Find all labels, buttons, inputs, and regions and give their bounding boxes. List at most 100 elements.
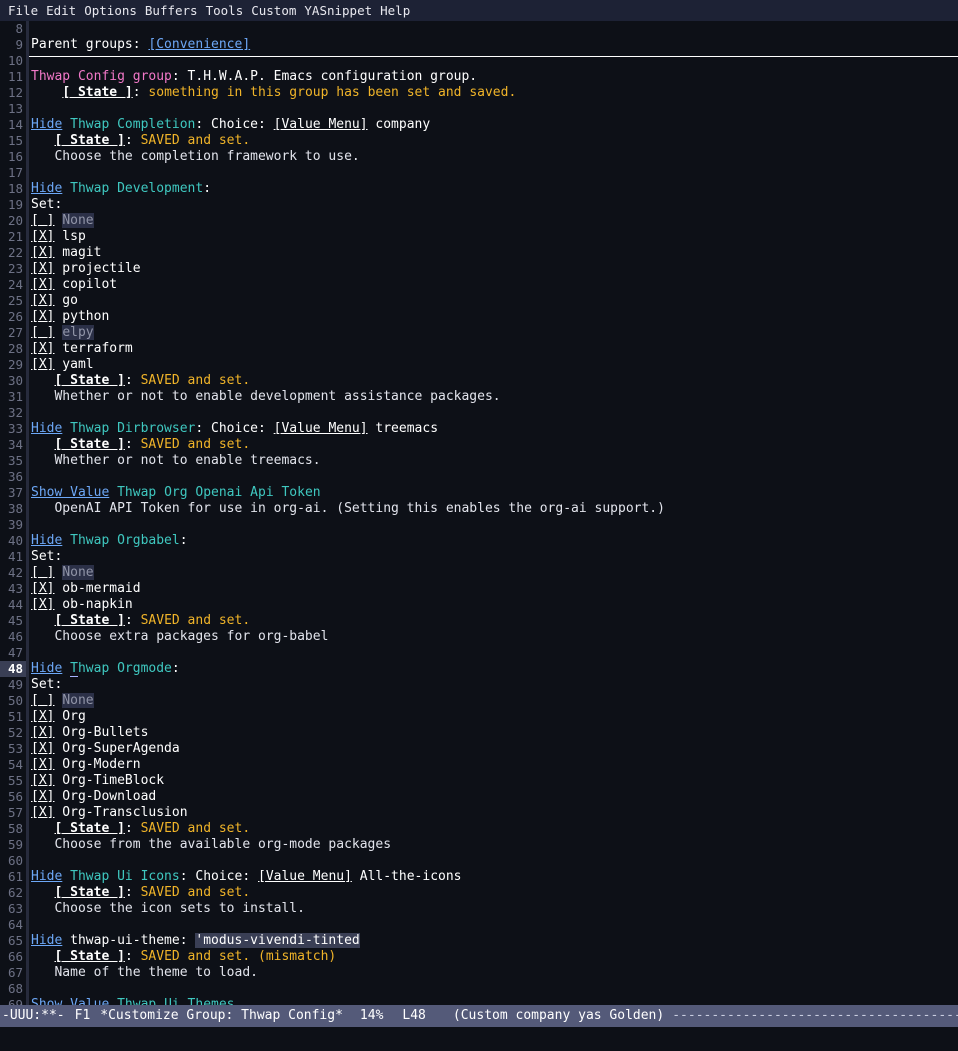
- buffer-line[interactable]: 29 [X] yaml: [0, 357, 958, 373]
- buffer-line[interactable]: 48 Hide Thwap Orgmode:: [0, 661, 958, 677]
- buffer-line[interactable]: 47: [0, 645, 958, 661]
- state-button[interactable]: [ State ]: [54, 613, 124, 628]
- toggle-hide-thwap-completion[interactable]: Hide: [31, 117, 62, 132]
- buffer-line[interactable]: 49 Set:: [0, 677, 958, 693]
- state-button[interactable]: [ State ]: [54, 949, 124, 964]
- buffer-line[interactable]: 69 Show Value Thwap Ui Themes: [0, 997, 958, 1005]
- theme-value-field[interactable]: 'modus-vivendi-tinted: [195, 933, 360, 948]
- buffer-line[interactable]: 46 Choose extra packages for org-babel: [0, 629, 958, 645]
- menu-item-file[interactable]: File: [4, 3, 42, 19]
- buffer-line[interactable]: 62 [ State ]: SAVED and set.: [0, 885, 958, 901]
- buffer-line[interactable]: 68: [0, 981, 958, 997]
- buffer-line[interactable]: 28 [X] terraform: [0, 341, 958, 357]
- buffer-line[interactable]: 43 [X] ob-mermaid: [0, 581, 958, 597]
- menu-item-help[interactable]: Help: [376, 3, 414, 19]
- buffer-line[interactable]: 60: [0, 853, 958, 869]
- buffer-line[interactable]: 58 [ State ]: SAVED and set.: [0, 821, 958, 837]
- buffer-line[interactable]: 44 [X] ob-napkin: [0, 597, 958, 613]
- state-button[interactable]: [ State ]: [54, 437, 124, 452]
- checkbox-none[interactable]: [ ]: [31, 213, 54, 228]
- buffer-line[interactable]: 15 [ State ]: SAVED and set.: [0, 133, 958, 149]
- buffer-line[interactable]: 56 [X] Org-Download: [0, 789, 958, 805]
- buffer-line[interactable]: 13: [0, 101, 958, 117]
- buffer-line[interactable]: 9 Parent groups: [Convenience]: [0, 37, 958, 53]
- buffer-line[interactable]: 18 Hide Thwap Development:: [0, 181, 958, 197]
- buffer-line[interactable]: 51 [X] Org: [0, 709, 958, 725]
- buffer-line[interactable]: 38 OpenAI API Token for use in org-ai. (…: [0, 501, 958, 517]
- buffer-line[interactable]: 45 [ State ]: SAVED and set.: [0, 613, 958, 629]
- checkbox-org-transclusion[interactable]: [X]: [31, 805, 54, 820]
- toggle-hide-thwap-dirbrowser[interactable]: Hide: [31, 421, 62, 436]
- checkbox-org-modern[interactable]: [X]: [31, 757, 54, 772]
- buffer-line[interactable]: 35 Whether or not to enable treemacs.: [0, 453, 958, 469]
- state-button[interactable]: [ State ]: [54, 373, 124, 388]
- checkbox-none[interactable]: [ ]: [31, 693, 54, 708]
- buffer-line[interactable]: 55 [X] Org-TimeBlock: [0, 773, 958, 789]
- checkbox-none[interactable]: [ ]: [31, 565, 54, 580]
- link-convenience[interactable]: [Convenience]: [148, 37, 250, 52]
- checkbox-terraform[interactable]: [X]: [31, 341, 54, 356]
- buffer-line[interactable]: 33 Hide Thwap Dirbrowser: Choice: [Value …: [0, 421, 958, 437]
- toggle-hide-thwap-development[interactable]: Hide: [31, 181, 62, 196]
- value-menu-button[interactable]: [Value Menu]: [258, 869, 352, 884]
- buffer-line[interactable]: 22 [X] magit: [0, 245, 958, 261]
- value-menu-button[interactable]: [Value Menu]: [274, 117, 368, 132]
- buffer-line[interactable]: 50[ ] None: [0, 693, 958, 709]
- menu-item-edit[interactable]: Edit: [42, 3, 80, 19]
- buffer-line[interactable]: 26 [X] python: [0, 309, 958, 325]
- buffer-line[interactable]: 66 [ State ]: SAVED and set. (mismatch): [0, 949, 958, 965]
- checkbox-lsp[interactable]: [X]: [31, 229, 54, 244]
- buffer-line[interactable]: 63 Choose the icon sets to install.: [0, 901, 958, 917]
- menu-item-tools[interactable]: Tools: [202, 3, 248, 19]
- value-menu-button[interactable]: [Value Menu]: [274, 421, 368, 436]
- checkbox-ob-napkin[interactable]: [X]: [31, 597, 54, 612]
- toggle-hide-thwap-ui-theme[interactable]: Hide: [31, 933, 62, 948]
- checkbox-ob-mermaid[interactable]: [X]: [31, 581, 54, 596]
- toggle-hide-thwap-orgmode[interactable]: Hide: [31, 661, 62, 676]
- buffer-line[interactable]: 16 Choose the completion framework to us…: [0, 149, 958, 165]
- checkbox-elpy[interactable]: [ ]: [31, 325, 54, 340]
- buffer-line[interactable]: 36: [0, 469, 958, 485]
- checkbox-org[interactable]: [X]: [31, 709, 54, 724]
- checkbox-org-superagenda[interactable]: [X]: [31, 741, 54, 756]
- toggle-hide-thwap-orgbabel[interactable]: Hide: [31, 533, 62, 548]
- buffer-line[interactable]: 52 [X] Org-Bullets: [0, 725, 958, 741]
- buffer-line[interactable]: 31 Whether or not to enable development …: [0, 389, 958, 405]
- menu-item-yasnippet[interactable]: YASnippet: [300, 3, 376, 19]
- menu-item-buffers[interactable]: Buffers: [141, 3, 202, 19]
- checkbox-yaml[interactable]: [X]: [31, 357, 54, 372]
- menu-item-custom[interactable]: Custom: [247, 3, 300, 19]
- buffer-line[interactable]: 25 [X] go: [0, 293, 958, 309]
- toggle-show-value-thwap-ui-themes[interactable]: Show Value: [31, 997, 109, 1005]
- buffer-line[interactable]: 42[ ] None: [0, 565, 958, 581]
- buffer-line[interactable]: 19 Set:: [0, 197, 958, 213]
- state-button[interactable]: [ State ]: [54, 133, 124, 148]
- buffer-line[interactable]: 39: [0, 517, 958, 533]
- buffer-line[interactable]: 37 Show Value Thwap Org Openai Api Token: [0, 485, 958, 501]
- checkbox-python[interactable]: [X]: [31, 309, 54, 324]
- checkbox-projectile[interactable]: [X]: [31, 261, 54, 276]
- buffer-line[interactable]: 23 [X] projectile: [0, 261, 958, 277]
- toggle-hide-thwap-ui-icons[interactable]: Hide: [31, 869, 62, 884]
- buffer-line[interactable]: 30 [ State ]: SAVED and set.: [0, 373, 958, 389]
- buffer-line[interactable]: 17: [0, 165, 958, 181]
- customize-buffer[interactable]: 8 9 Parent groups: [Convenience] 10 11 Thwap …: [0, 21, 958, 1005]
- buffer-line[interactable]: 67 Name of the theme to load.: [0, 965, 958, 981]
- checkbox-org-bullets[interactable]: [X]: [31, 725, 54, 740]
- state-button[interactable]: [ State ]: [54, 885, 124, 900]
- checkbox-magit[interactable]: [X]: [31, 245, 54, 260]
- buffer-line[interactable]: 27[ ] elpy: [0, 325, 958, 341]
- checkbox-go[interactable]: [X]: [31, 293, 54, 308]
- buffer-line[interactable]: 8: [0, 21, 958, 37]
- buffer-line[interactable]: 61 Hide Thwap Ui Icons: Choice: [Value Me…: [0, 869, 958, 885]
- buffer-line[interactable]: 54 [X] Org-Modern: [0, 757, 958, 773]
- buffer-line[interactable]: 14 Hide Thwap Completion: Choice: [Value …: [0, 117, 958, 133]
- checkbox-org-timeblock[interactable]: [X]: [31, 773, 54, 788]
- buffer-line[interactable]: 24 [X] copilot: [0, 277, 958, 293]
- buffer-line[interactable]: 57 [X] Org-Transclusion: [0, 805, 958, 821]
- buffer-line[interactable]: 12 [ State ]: something in this group ha…: [0, 85, 958, 101]
- buffer-line[interactable]: 34 [ State ]: SAVED and set.: [0, 437, 958, 453]
- buffer-line[interactable]: 11 Thwap Config group: T.H.W.A.P. Emacs c…: [0, 69, 958, 85]
- menu-item-options[interactable]: Options: [80, 3, 141, 19]
- buffer-line[interactable]: 41 Set:: [0, 549, 958, 565]
